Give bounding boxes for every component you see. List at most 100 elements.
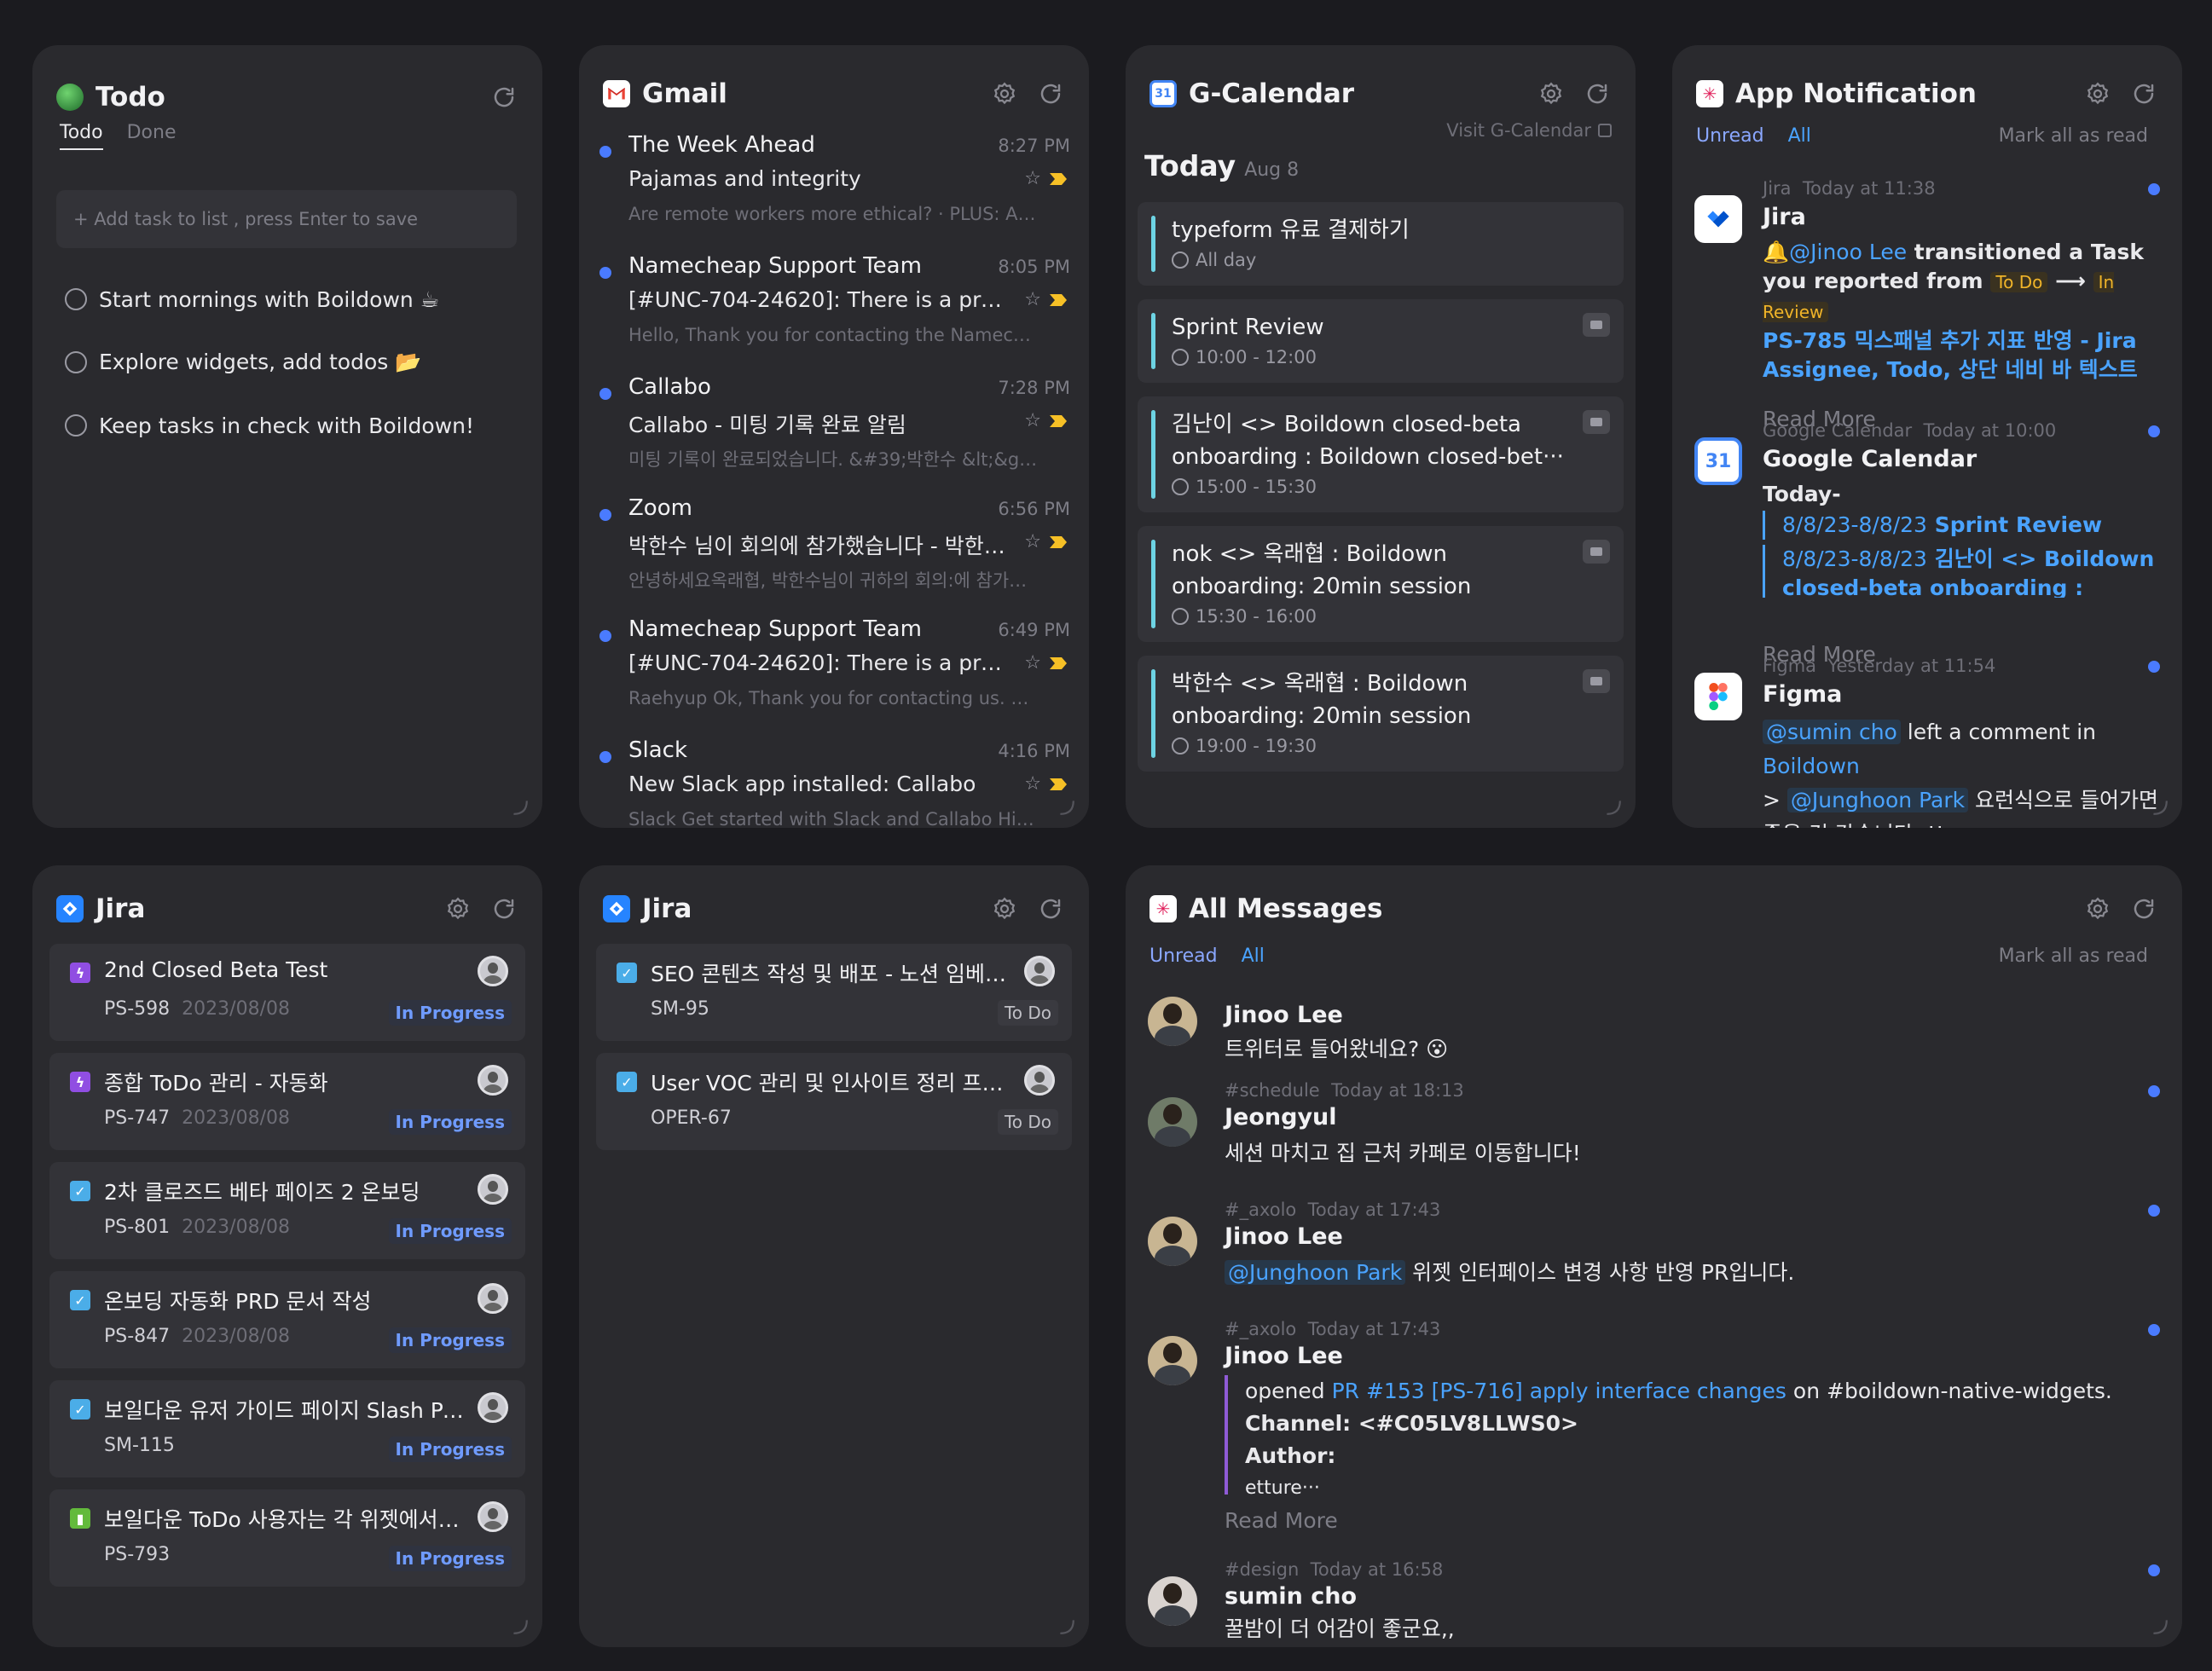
jira-issue-card[interactable]: ✓ 보일다운 유저 가이드 페이지 Slash Pag··· SM-115 In…: [49, 1380, 525, 1477]
star-icon[interactable]: ☆: [1024, 652, 1041, 674]
star-icon[interactable]: ☆: [1024, 531, 1041, 552]
settings-gear-icon[interactable]: [443, 894, 472, 923]
refresh-icon[interactable]: [1036, 894, 1065, 923]
mail-time: 4:16 PM: [998, 741, 1070, 761]
todo-item[interactable]: Start mornings with Boildown ☕: [65, 278, 517, 321]
refresh-icon[interactable]: [2129, 894, 2158, 923]
important-marker-icon[interactable]: [1050, 536, 1067, 548]
visit-gcalendar-link[interactable]: Visit G-Calendar: [1446, 120, 1612, 141]
video-call-icon[interactable]: [1583, 313, 1610, 337]
notification-item[interactable]: Jira Today at 11:38 Jira 🔔@Jinoo Lee tra…: [1694, 178, 2160, 431]
mail-subject: [#UNC-704-24620]: There is a proble···: [628, 650, 1012, 675]
calendar-event[interactable]: 김난이 <> Boildown closed-beta onboarding :…: [1138, 396, 1624, 512]
mail-item[interactable]: Namecheap Support Team 8:05 PM [#UNC-704…: [596, 248, 1072, 367]
tab-unread[interactable]: Unread: [1149, 945, 1218, 967]
mail-item[interactable]: Slack 4:16 PM New Slack app installed: C…: [596, 732, 1072, 828]
video-call-icon[interactable]: [1583, 669, 1610, 693]
tab-done[interactable]: Done: [127, 122, 177, 150]
star-icon[interactable]: ☆: [1024, 289, 1041, 310]
todo-checkbox[interactable]: [65, 288, 87, 310]
jira-widget: Jira ✓ SEO 콘텐츠 작성 및 배포 - 노션 임베디··· SM-95…: [579, 865, 1089, 1647]
mark-all-read-button[interactable]: Mark all as read: [1999, 125, 2148, 147]
event-name-link[interactable]: Sprint Review: [1935, 512, 2102, 537]
event-time: 10:00 - 12:00: [1172, 347, 1317, 367]
event-color-bar: [1151, 216, 1155, 272]
important-marker-icon[interactable]: [1050, 415, 1067, 427]
event-date-link[interactable]: 8/8/23-8/8/23: [1782, 546, 1927, 571]
important-marker-icon[interactable]: [1050, 778, 1067, 790]
resize-handle-icon[interactable]: [1603, 797, 1622, 816]
read-more-link[interactable]: Read More: [1225, 1508, 1338, 1533]
mention-link[interactable]: @sumin cho: [1763, 720, 1901, 744]
message-item[interactable]: #_axolo Today at 17:43 Jinoo Lee @Jungho…: [1148, 1200, 2160, 1310]
issue-link[interactable]: PS-785 믹스패널 추가 지표 반영 - Jira Assignee, To…: [1763, 327, 2160, 385]
resize-handle-icon[interactable]: [510, 1616, 529, 1635]
tab-unread[interactable]: Unread: [1696, 125, 1764, 147]
refresh-icon[interactable]: [2129, 79, 2158, 108]
todo-item[interactable]: Explore widgets, add todos 📂: [65, 341, 517, 384]
important-marker-icon[interactable]: [1050, 294, 1067, 306]
resize-handle-icon[interactable]: [1057, 797, 1075, 816]
jira-issue-card[interactable]: ✓ User VOC 관리 및 인사이트 정리 프레임··· OPER-67 T…: [596, 1053, 1072, 1150]
message-item[interactable]: #design Today at 16:58 sumin cho 꿀밤이 더 어…: [1148, 1559, 2160, 1645]
refresh-icon[interactable]: [489, 83, 518, 112]
bell-icon: 🔔: [1763, 240, 1790, 264]
star-icon[interactable]: ☆: [1024, 168, 1041, 189]
settings-gear-icon[interactable]: [1537, 79, 1566, 108]
mention-link[interactable]: @Junghoon Park: [1225, 1260, 1406, 1285]
jira-issue-card[interactable]: ✓ 2차 클로즈드 베타 페이즈 2 온보딩 PS-801 2023/08/08 …: [49, 1162, 525, 1259]
jira-issue-card[interactable]: ▮ 보일다운 ToDo 사용자는 각 위젯에서 확··· PS-793 In P…: [49, 1489, 525, 1587]
calendar-event[interactable]: 박한수 <> 옥래협 : Boildown onboarding: 20min …: [1138, 656, 1624, 772]
tab-todo[interactable]: Todo: [60, 122, 103, 150]
settings-gear-icon[interactable]: [990, 79, 1019, 108]
todo-item[interactable]: Keep tasks in check with Boildown!: [65, 404, 517, 447]
add-task-input[interactable]: + Add task to list , press Enter to save: [56, 190, 517, 248]
jira-issue-card[interactable]: ✓ 온보딩 자동화 PRD 문서 작성 PS-847 2023/08/08 In …: [49, 1271, 525, 1368]
refresh-icon[interactable]: [1583, 79, 1612, 108]
calendar-event[interactable]: Sprint Review 10:00 - 12:00: [1138, 299, 1624, 383]
mention-link[interactable]: @Jinoo Lee: [1789, 240, 1907, 264]
attachment-field-label: Channel: [1245, 1411, 1343, 1436]
todo-checkbox[interactable]: [65, 351, 87, 373]
calendar-event[interactable]: typeform 유료 결제하기 All day: [1138, 202, 1624, 286]
settings-gear-icon[interactable]: [2083, 894, 2112, 923]
unread-dot: [2148, 1324, 2160, 1336]
mail-snippet: Hello, Thank you for contacting the Name…: [628, 325, 1038, 345]
calendar-event[interactable]: nok <> 옥래협 : Boildown onboarding: 20min …: [1138, 526, 1624, 642]
event-date-link[interactable]: 8/8/23-8/8/23: [1782, 512, 1927, 537]
message-item[interactable]: #_axolo Today at 17:43 Jinoo Lee opened …: [1148, 1319, 2160, 1541]
mark-all-read-button[interactable]: Mark all as read: [1999, 945, 2148, 967]
settings-gear-icon[interactable]: [2083, 79, 2112, 108]
notification-item[interactable]: 31 Google Calendar Today at 10:00 Google…: [1694, 420, 2160, 667]
resize-handle-icon[interactable]: [510, 797, 529, 816]
video-call-icon[interactable]: [1583, 540, 1610, 564]
important-marker-icon[interactable]: [1050, 657, 1067, 669]
mail-item[interactable]: Callabo 7:28 PM Callabo - 미팅 기록 완료 알림 ☆ …: [596, 369, 1072, 489]
message-attachment: opened PR #153 [PS-716] apply interface …: [1225, 1375, 2160, 1495]
refresh-icon[interactable]: [1036, 79, 1065, 108]
file-link[interactable]: Boildown: [1763, 754, 1860, 778]
mail-item[interactable]: Namecheap Support Team 6:49 PM [#UNC-704…: [596, 611, 1072, 731]
resize-handle-icon[interactable]: [2150, 1616, 2169, 1635]
star-icon[interactable]: ☆: [1024, 773, 1041, 795]
refresh-icon[interactable]: [489, 894, 518, 923]
mail-item[interactable]: Zoom 6:56 PM 박한수 님이 회의에 참가했습니다 - 박한수 <··…: [596, 490, 1072, 610]
settings-gear-icon[interactable]: [990, 894, 1019, 923]
jira-issue-card[interactable]: ϟ 2nd Closed Beta Test PS-598 2023/08/08 …: [49, 944, 525, 1041]
jira-issue-card[interactable]: ϟ 종합 ToDo 관리 - 자동화 PS-747 2023/08/08 In P…: [49, 1053, 525, 1150]
message-item[interactable]: Jinoo Lee 트위터로 들어왔네요? 😮: [1148, 980, 2160, 1073]
resize-handle-icon[interactable]: [2150, 797, 2169, 816]
important-marker-icon[interactable]: [1050, 173, 1067, 185]
notification-item[interactable]: Figma Yesterday at 11:54 Figma @sumin ch…: [1694, 656, 2160, 828]
message-item[interactable]: #schedule Today at 18:13 Jeongyul 세션 마치고…: [1148, 1080, 2160, 1191]
tab-all[interactable]: All: [1242, 945, 1265, 967]
mail-item[interactable]: The Week Ahead 8:27 PM Pajamas and integ…: [596, 127, 1072, 246]
jira-issue-card[interactable]: ✓ SEO 콘텐츠 작성 및 배포 - 노션 임베디··· SM-95 To D…: [596, 944, 1072, 1041]
tab-all[interactable]: All: [1788, 125, 1811, 147]
pr-link[interactable]: PR #153 [PS-716] apply interface changes: [1332, 1379, 1786, 1403]
mention-link[interactable]: @Junghoon Park: [1786, 788, 1969, 812]
todo-checkbox[interactable]: [65, 414, 87, 437]
resize-handle-icon[interactable]: [1057, 1616, 1075, 1635]
star-icon[interactable]: ☆: [1024, 410, 1041, 431]
video-call-icon[interactable]: [1583, 410, 1610, 434]
